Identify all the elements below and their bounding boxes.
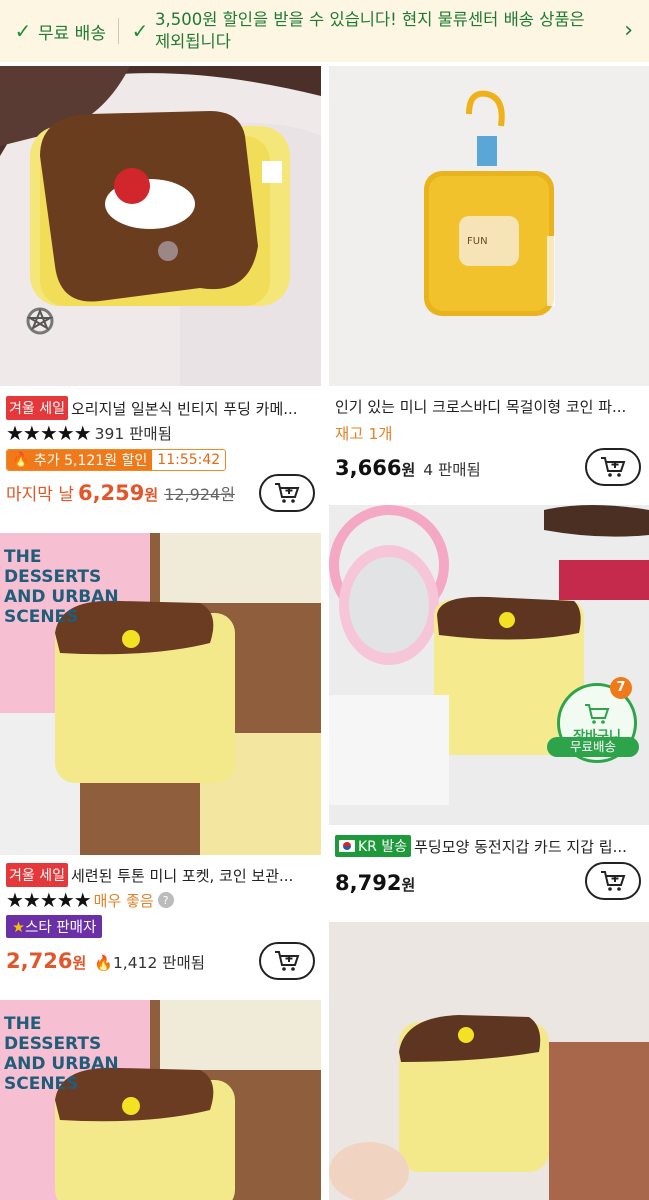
rating-text: 매우 좋음 xyxy=(93,891,154,910)
price-row: 8,792 원 xyxy=(335,871,415,895)
stock-label: 재고 1개 xyxy=(335,425,393,443)
fire-icon: 🔥 xyxy=(94,954,113,972)
sale-price: 2,726 xyxy=(6,949,73,973)
cart-icon xyxy=(275,951,300,971)
add-to-cart-button[interactable] xyxy=(259,474,315,512)
product-title-row[interactable]: KR 발송 푸딩모양 동전지갑 카드 지갑 립... xyxy=(335,835,643,857)
extra-discount-label: 추가 5,121원 할인 xyxy=(33,453,148,469)
sold-count: 4 판매됨 xyxy=(423,461,481,479)
chevron-right-icon[interactable]: › xyxy=(624,18,633,43)
price-row: 2,726 원 🔥 1,412 판매됨 xyxy=(6,949,205,973)
price-row: 3,666 원 4 판매됨 xyxy=(335,456,481,480)
book-cover-text: THE DESSERTS AND URBAN SCENES xyxy=(4,1014,119,1094)
add-to-cart-button[interactable] xyxy=(585,448,641,486)
product-image[interactable]: FUN xyxy=(329,66,649,386)
korea-flag-icon xyxy=(339,840,355,852)
product-title[interactable]: 푸딩모양 동전지갑 카드 지갑 립... xyxy=(414,836,627,857)
cart-icon xyxy=(601,871,626,891)
rating-row: ★★★★★ 매우 좋음 ? xyxy=(6,888,174,912)
product-title-row[interactable]: 겨울 세일 오리지널 일본식 빈티지 푸딩 카메... xyxy=(6,396,316,420)
star-icon: ★ xyxy=(12,920,25,936)
add-to-cart-button[interactable] xyxy=(259,942,315,980)
add-to-cart-button[interactable] xyxy=(585,862,641,900)
winter-sale-badge: 겨울 세일 xyxy=(6,396,68,420)
divider xyxy=(117,18,119,44)
product-image[interactable]: THE DESSERTS AND URBAN SCENES xyxy=(0,1000,321,1200)
currency-label: 원 xyxy=(144,486,159,504)
star-icon: ★★★★★ xyxy=(6,888,92,912)
discount-message: 3,500원 할인을 받을 수 있습니다! 현지 물류센터 배송 상품은 제외됩… xyxy=(154,10,585,51)
product-card[interactable]: 장바구니 7 무료배송 KR 발송 푸딩모양 동전지갑 카드 지갑 립... 8… xyxy=(329,505,649,915)
fire-icon: 🔥 xyxy=(12,452,30,468)
product-title[interactable]: 오리지널 일본식 빈티지 푸딩 카메... xyxy=(71,398,298,419)
sold-count: 1,412 판매됨 xyxy=(112,954,206,972)
product-image[interactable]: THE DESSERTS AND URBAN SCENES xyxy=(0,533,321,855)
check-icon: ✓ xyxy=(131,19,149,43)
countdown-timer: 11:55:42 xyxy=(157,452,221,468)
product-image[interactable] xyxy=(0,66,321,386)
cart-icon xyxy=(275,483,300,503)
free-shipping-banner[interactable]: ✓ 무료 배송 ✓ 3,500원 할인을 받을 수 있습니다! 현지 물류센터 … xyxy=(0,0,649,62)
product-title[interactable]: 세련된 투톤 미니 포켓, 코인 보관... xyxy=(71,865,293,886)
cart-count-badge: 7 xyxy=(610,677,632,699)
currency-label: 원 xyxy=(401,461,416,479)
product-image[interactable] xyxy=(329,922,649,1200)
extra-discount-badge: 🔥 추가 5,121원 할인 11:55:42 xyxy=(6,449,227,471)
product-card[interactable]: FUN 인기 있는 미니 크로스바디 목걸이형 코인 파... 재고 1개 3,… xyxy=(329,66,649,496)
star-seller-badge: ★스타 판매자 xyxy=(6,915,103,938)
product-card[interactable] xyxy=(329,922,649,1200)
kr-shipping-badge: KR 발송 xyxy=(335,835,412,857)
last-day-label: 마지막 날 xyxy=(6,485,74,505)
product-card[interactable]: THE DESSERTS AND URBAN SCENES xyxy=(0,1000,321,1200)
cart-icon xyxy=(585,703,610,724)
help-icon[interactable]: ? xyxy=(157,892,174,908)
sale-price: 3,666 xyxy=(335,456,402,480)
cart-icon xyxy=(601,457,626,477)
product-title[interactable]: 인기 있는 미니 크로스바디 목걸이형 코인 파... xyxy=(335,396,626,417)
product-title-row[interactable]: 겨울 세일 세련된 투톤 미니 포켓, 코인 보관... xyxy=(6,863,316,887)
currency-label: 원 xyxy=(401,876,416,894)
check-icon: ✓ xyxy=(14,19,32,43)
original-price: 12,924원 xyxy=(164,485,235,504)
product-card[interactable]: 겨울 세일 오리지널 일본식 빈티지 푸딩 카메... ★★★★★ 391 판매… xyxy=(0,66,321,516)
star-icon: ★★★★★ xyxy=(6,421,92,445)
product-title-row[interactable]: 인기 있는 미니 크로스바디 목걸이형 코인 파... xyxy=(335,396,643,417)
currency-label: 원 xyxy=(72,954,87,972)
sold-count: 391 판매됨 xyxy=(94,425,172,443)
sale-price: 6,259 xyxy=(77,481,145,505)
free-shipping-tag: 무료배송 xyxy=(547,737,639,757)
winter-sale-badge: 겨울 세일 xyxy=(6,863,68,887)
price-row: 마지막 날 6,259 원 12,924원 xyxy=(6,480,235,505)
rating-row: ★★★★★ 391 판매됨 xyxy=(6,421,172,445)
free-shipping-label: 무료 배송 xyxy=(38,23,106,44)
product-card[interactable]: THE DESSERTS AND URBAN SCENES 겨울 세일 세련된 … xyxy=(0,533,321,988)
product-image[interactable]: 장바구니 7 무료배송 xyxy=(329,505,649,825)
svg-text:FUN: FUN xyxy=(467,236,488,247)
sale-price: 8,792 xyxy=(335,871,402,895)
book-cover-text: THE DESSERTS AND URBAN SCENES xyxy=(4,547,119,627)
